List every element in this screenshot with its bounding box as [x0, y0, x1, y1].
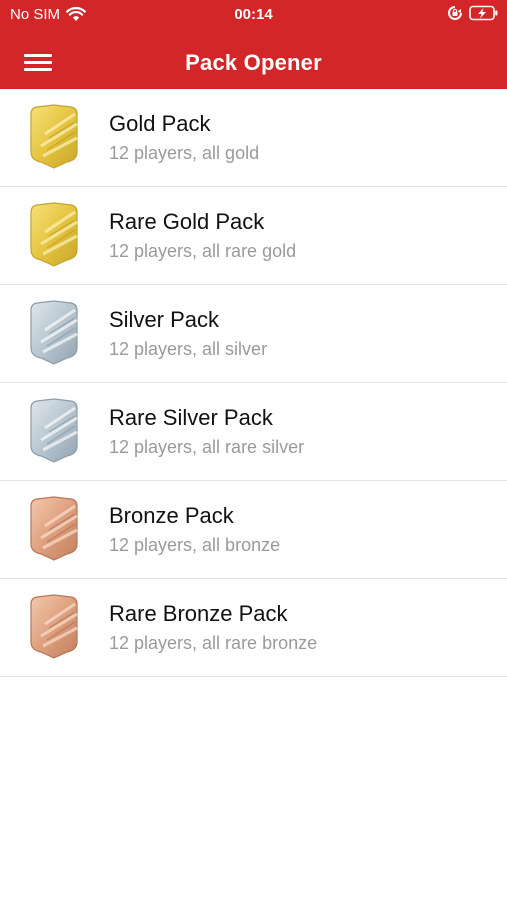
status-bar: No SIM 00:14	[0, 0, 507, 30]
pack-row-bronze[interactable]: Bronze Pack 12 players, all bronze	[0, 481, 507, 579]
pack-list: Gold Pack 12 players, all gold Rare Gold…	[0, 89, 507, 677]
pack-row-rare-gold[interactable]: Rare Gold Pack 12 players, all rare gold	[0, 187, 507, 285]
page-title: Pack Opener	[185, 50, 322, 75]
orientation-lock-icon	[448, 6, 462, 20]
rare-silver-badge-icon	[30, 398, 78, 463]
pack-row-rare-silver[interactable]: Rare Silver Pack 12 players, all rare si…	[0, 383, 507, 481]
bronze-badge-icon	[30, 496, 78, 561]
navigation-bar: Pack Opener	[0, 38, 507, 88]
pack-subtitle: 12 players, all bronze	[109, 535, 281, 555]
pack-title: Silver Pack	[109, 307, 220, 332]
app-header: No SIM 00:14 Pack Opener	[0, 0, 507, 89]
pack-title: Bronze Pack	[109, 503, 234, 528]
pack-subtitle: 12 players, all rare bronze	[109, 633, 318, 653]
pack-subtitle: 12 players, all gold	[109, 143, 260, 163]
clock: 00:14	[234, 6, 273, 23]
pack-subtitle: 12 players, all rare gold	[109, 241, 297, 261]
pack-row-gold[interactable]: Gold Pack 12 players, all gold	[0, 89, 507, 187]
pack-row-rare-bronze[interactable]: Rare Bronze Pack 12 players, all rare br…	[0, 579, 507, 677]
pack-subtitle: 12 players, all silver	[109, 339, 268, 359]
pack-title: Rare Silver Pack	[109, 405, 273, 430]
rare-gold-badge-icon	[30, 202, 78, 267]
status-indicators	[447, 5, 499, 21]
battery-charging-icon	[469, 5, 498, 21]
pack-title: Rare Bronze Pack	[109, 601, 288, 626]
gold-badge-icon	[30, 104, 78, 169]
pack-title: Gold Pack	[109, 111, 211, 136]
silver-badge-icon	[30, 300, 78, 365]
rare-bronze-badge-icon	[30, 594, 78, 659]
pack-title: Rare Gold Pack	[109, 209, 265, 234]
pack-subtitle: 12 players, all rare silver	[109, 437, 305, 457]
pack-row-silver[interactable]: Silver Pack 12 players, all silver	[0, 285, 507, 383]
